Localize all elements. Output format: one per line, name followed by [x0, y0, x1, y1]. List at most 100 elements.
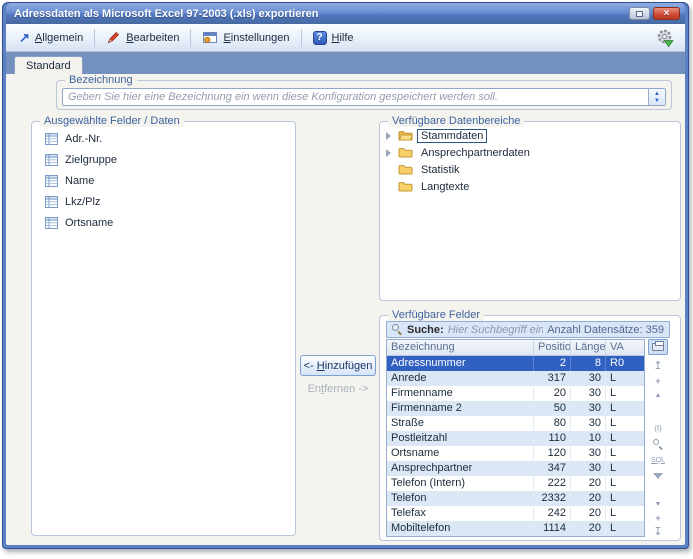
filter-icon: [653, 473, 663, 479]
grid-header-row: Bezeichnung Position Länge VA: [387, 340, 644, 356]
folder-icon: [398, 130, 413, 141]
cell-laenge: 30: [571, 416, 606, 431]
sql-button[interactable]: SQL: [648, 453, 668, 467]
printer-icon: [652, 343, 664, 351]
tab-strip: Standard: [6, 52, 685, 74]
toolbar-button-einstellungen[interactable]: Einstellungen: [195, 27, 296, 48]
run-export-button[interactable]: [651, 26, 679, 50]
field-row[interactable]: Adressnummer 2 8 R0: [387, 356, 644, 371]
cell-laenge: 20: [571, 491, 606, 506]
cell-bezeichnung: Telefon: [387, 491, 534, 506]
toolbar-label-allgemein: Allgemein: [35, 32, 83, 44]
cell-bezeichnung: Firmenname: [387, 386, 534, 401]
expand-arrow-icon[interactable]: [386, 132, 394, 140]
field-row[interactable]: Mobiltelefon 1114 20 L: [387, 521, 644, 536]
window-title: Adressdaten als Microsoft Excel 97-2003 …: [14, 8, 626, 20]
cell-va: L: [606, 416, 644, 431]
bezeichnung-input[interactable]: [63, 89, 648, 105]
tree-item[interactable]: Ansprechpartnerdaten: [380, 144, 680, 161]
cell-va: L: [606, 461, 644, 476]
scroll-to-bottom-button[interactable]: ↧: [648, 525, 668, 539]
field-row[interactable]: Straße 80 30 L: [387, 416, 644, 431]
cell-laenge: 10: [571, 431, 606, 446]
selected-field-item[interactable]: Lkz/Plz: [32, 191, 295, 212]
fields-grid: Bezeichnung Position Länge VA Adressnumm…: [386, 339, 645, 537]
toolbar-button-hilfe[interactable]: ? Hilfe: [306, 28, 361, 48]
tree-item[interactable]: Langtexte: [380, 178, 680, 195]
available-fields-legend: Verfügbare Felder: [388, 309, 484, 321]
tree-item-label: Stammdaten: [417, 129, 487, 143]
selected-field-item[interactable]: Adr.-Nr.: [32, 128, 295, 149]
column-header-position[interactable]: Position: [534, 340, 571, 355]
tree-item-label: Statistik: [417, 163, 464, 177]
spinner-down-icon: ▼: [654, 98, 660, 104]
selected-fields-groupbox: Ausgewählte Felder / Daten Adr.-Nr.: [31, 121, 296, 536]
remove-field-button[interactable]: Entfernen ->: [300, 383, 376, 395]
column-header-va[interactable]: VA: [606, 340, 644, 355]
cell-laenge: 30: [571, 371, 606, 386]
filter-button[interactable]: [648, 469, 668, 483]
selected-field-label: Lkz/Plz: [65, 196, 100, 208]
field-row[interactable]: Postleitzahl 110 10 L: [387, 431, 644, 446]
magnifier-icon: [653, 439, 663, 449]
cell-bezeichnung: Adressnummer: [387, 356, 534, 371]
cell-laenge: 30: [571, 401, 606, 416]
field-row[interactable]: Firmenname 20 30 L: [387, 386, 644, 401]
toolbar-button-allgemein[interactable]: ↗ Allgemein: [12, 28, 90, 47]
search-bar: Suche: Anzahl Datensätze: 359: [386, 321, 670, 338]
expand-arrow-icon[interactable]: [386, 149, 394, 157]
cell-laenge: 30: [571, 386, 606, 401]
count-icon[interactable]: (I): [648, 421, 668, 435]
field-row[interactable]: Telefax 242 20 L: [387, 506, 644, 521]
row-up-button[interactable]: ▲: [648, 388, 668, 402]
cell-laenge: 8: [571, 356, 606, 371]
edit-icon: [106, 30, 121, 45]
toolbar-label-einstellungen: Einstellungen: [223, 32, 289, 44]
selected-field-item[interactable]: Name: [32, 170, 295, 191]
restore-button[interactable]: [629, 7, 650, 20]
cell-bezeichnung: Straße: [387, 416, 534, 431]
selected-field-label: Adr.-Nr.: [65, 133, 102, 145]
data-areas-legend: Verfügbare Datenbereiche: [388, 115, 524, 127]
print-button[interactable]: [648, 339, 668, 355]
field-row[interactable]: Anrede 317 30 L: [387, 371, 644, 386]
cell-position: 1114: [534, 521, 571, 536]
column-header-bezeichnung[interactable]: Bezeichnung: [387, 340, 534, 355]
tab-content: Bezeichnung ▲ ▼ Ausgewählte Felder / Dat…: [6, 74, 685, 545]
tab-standard[interactable]: Standard: [14, 56, 83, 75]
table-sheet-icon: [45, 217, 58, 229]
cell-bezeichnung: Mobiltelefon: [387, 521, 534, 536]
toolbar-button-bearbeiten[interactable]: Bearbeiten: [99, 27, 186, 48]
move-up-button[interactable]: +: [648, 374, 668, 388]
field-row[interactable]: Ortsname 120 30 L: [387, 446, 644, 461]
scroll-to-top-button[interactable]: ↥: [648, 359, 668, 373]
field-row[interactable]: Telefon 2332 20 L: [387, 491, 644, 506]
export-dialog-window: Adressdaten als Microsoft Excel 97-2003 …: [2, 2, 689, 549]
toolbar-separator: [94, 29, 95, 47]
selected-field-item[interactable]: Ortsname: [32, 212, 295, 233]
selected-field-item[interactable]: Zielgruppe: [32, 149, 295, 170]
search-input[interactable]: [448, 324, 544, 336]
field-row[interactable]: Ansprechpartner 347 30 L: [387, 461, 644, 476]
grid-search-button[interactable]: [648, 437, 668, 451]
column-header-laenge[interactable]: Länge: [571, 340, 606, 355]
cell-bezeichnung: Postleitzahl: [387, 431, 534, 446]
cell-va: L: [606, 476, 644, 491]
search-label: Suche:: [407, 324, 444, 336]
tree-item[interactable]: Statistik: [380, 161, 680, 178]
close-button[interactable]: ×: [653, 7, 680, 20]
folder-icon: [398, 181, 413, 192]
bezeichnung-dropdown-button[interactable]: ▲ ▼: [648, 89, 665, 105]
field-row[interactable]: Firmenname 2 50 30 L: [387, 401, 644, 416]
move-down-button[interactable]: +: [648, 511, 668, 525]
tree-item[interactable]: Stammdaten: [380, 127, 680, 144]
add-field-button[interactable]: <- Hinzufügen: [300, 355, 376, 376]
bezeichnung-combobox: ▲ ▼: [62, 88, 666, 106]
search-icon: [392, 324, 403, 335]
cell-laenge: 20: [571, 476, 606, 491]
row-down-button[interactable]: ▼: [648, 497, 668, 511]
selected-fields-legend: Ausgewählte Felder / Daten: [40, 115, 184, 127]
settings-window-icon: [202, 30, 218, 45]
field-row[interactable]: Telefon (Intern) 222 20 L: [387, 476, 644, 491]
available-fields-groupbox: Verfügbare Felder Suche: Anzahl Datensät…: [379, 315, 681, 541]
